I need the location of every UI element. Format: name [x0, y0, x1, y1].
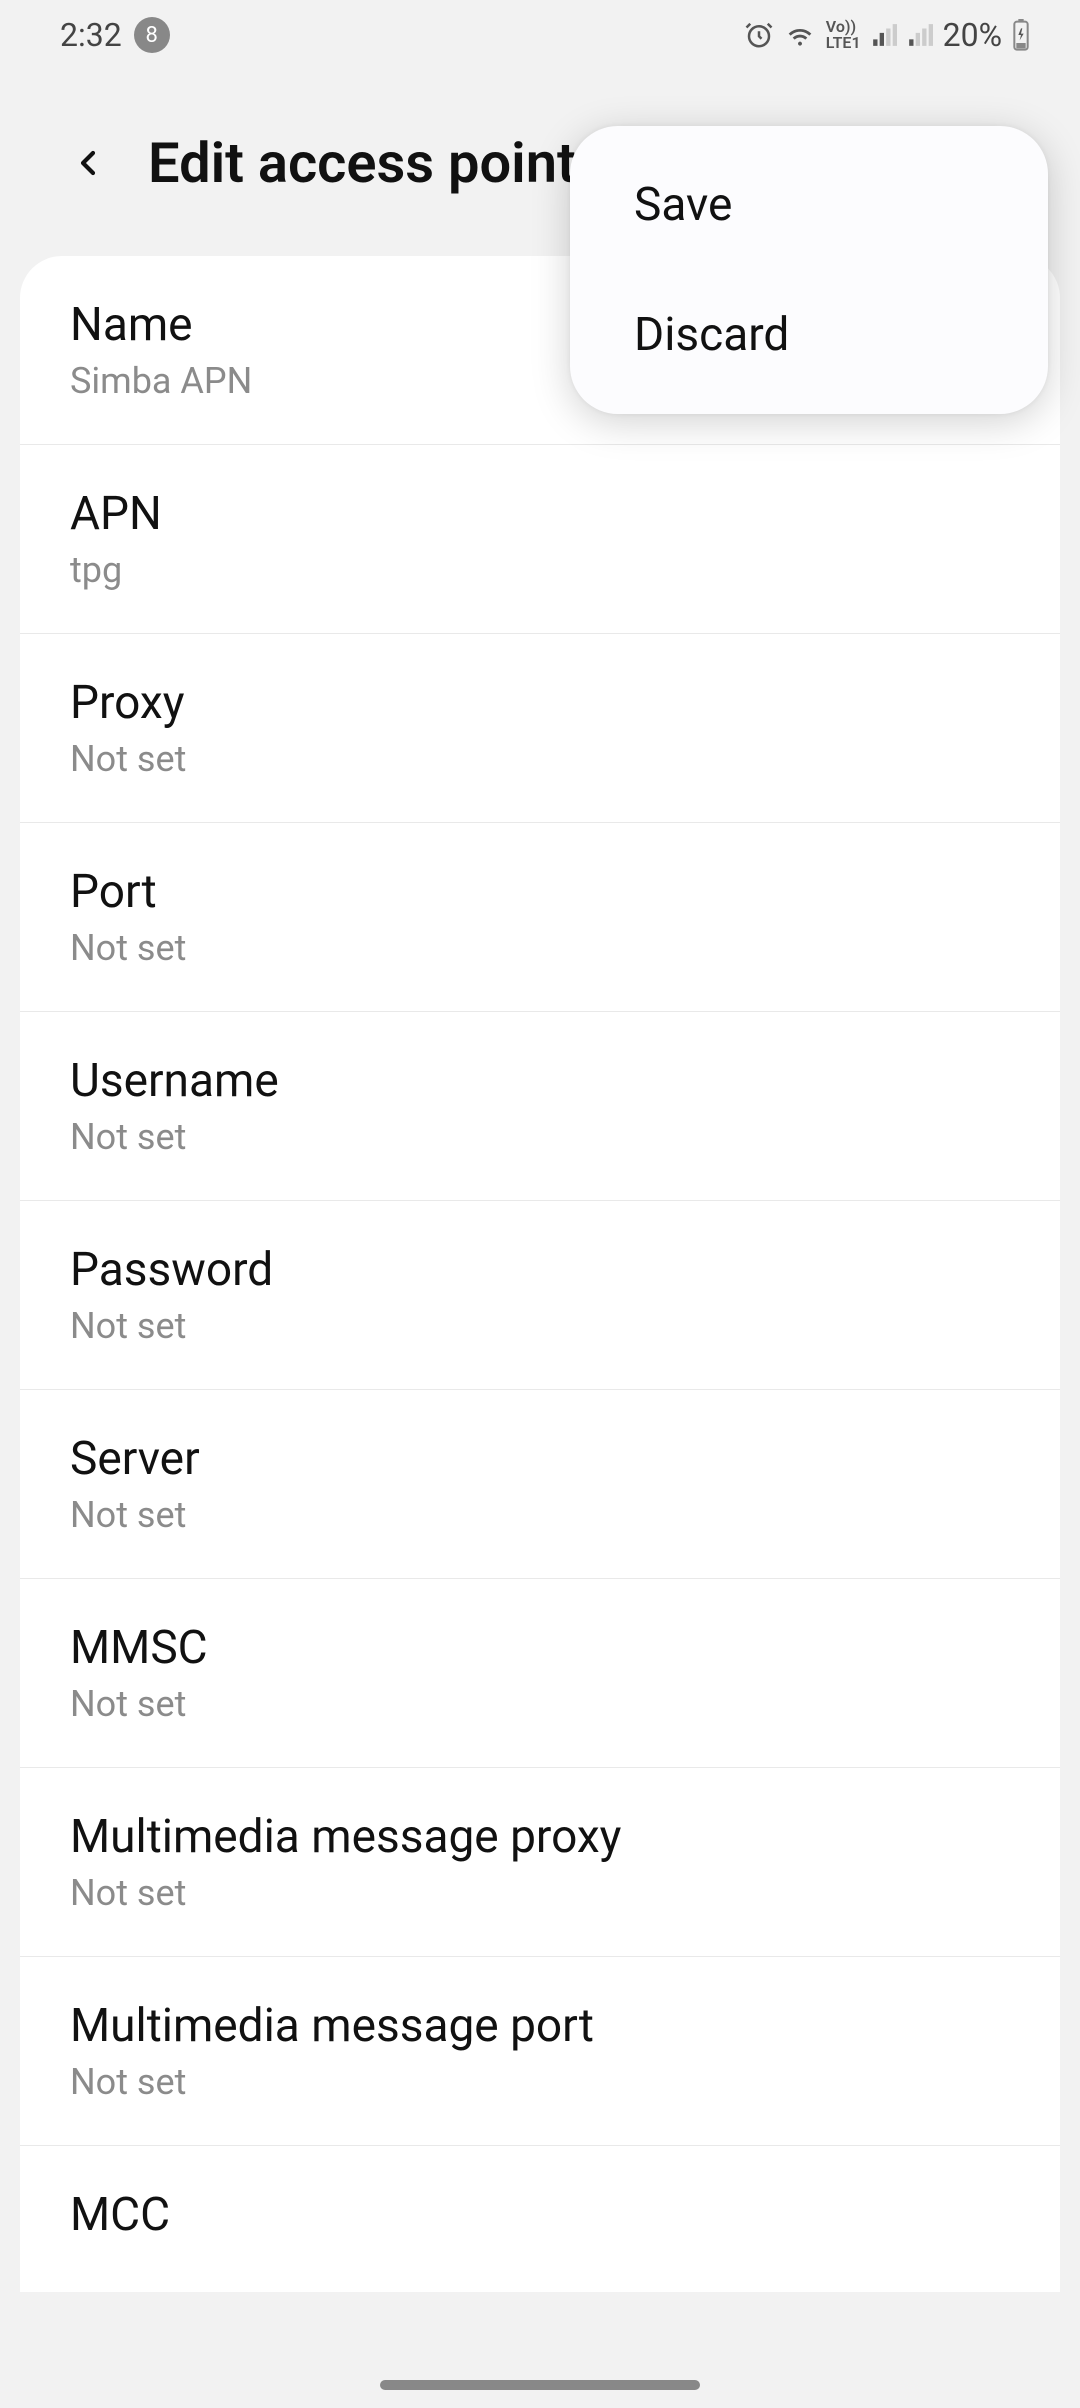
setting-value: Not set: [70, 2061, 1010, 2103]
back-button[interactable]: [68, 143, 108, 183]
setting-mms-proxy[interactable]: Multimedia message proxy Not set: [20, 1768, 1060, 1957]
setting-value: Not set: [70, 1116, 1010, 1158]
setting-value: tpg: [70, 549, 1010, 591]
setting-mcc[interactable]: MCC: [20, 2146, 1060, 2292]
setting-label: Multimedia message proxy: [70, 1810, 1010, 1864]
chevron-left-icon: [68, 143, 108, 183]
setting-proxy[interactable]: Proxy Not set: [20, 634, 1060, 823]
alarm-icon: [744, 20, 774, 50]
setting-label: Multimedia message port: [70, 1999, 1010, 2053]
status-bar: 2:32 8 Vo))LTE1 20%: [0, 0, 1080, 70]
wifi-icon: [784, 19, 816, 51]
setting-server[interactable]: Server Not set: [20, 1390, 1060, 1579]
setting-username[interactable]: Username Not set: [20, 1012, 1060, 1201]
settings-list: Name Simba APN APN tpg Proxy Not set Por…: [20, 256, 1060, 2292]
battery-percent: 20%: [943, 16, 1002, 54]
setting-port[interactable]: Port Not set: [20, 823, 1060, 1012]
nav-handle[interactable]: [380, 2380, 700, 2390]
setting-label: Port: [70, 865, 1010, 919]
status-left: 2:32 8: [60, 16, 170, 54]
status-right: Vo))LTE1 20%: [744, 16, 1030, 54]
setting-apn[interactable]: APN tpg: [20, 445, 1060, 634]
setting-label: Password: [70, 1243, 1010, 1297]
setting-label: MCC: [70, 2188, 1010, 2242]
setting-value: Not set: [70, 1872, 1010, 1914]
setting-label: Server: [70, 1432, 1010, 1486]
save-menu-item[interactable]: Save: [570, 140, 1048, 270]
setting-value: Not set: [70, 738, 1010, 780]
signal-icon-2: [907, 22, 933, 48]
setting-label: Username: [70, 1054, 1010, 1108]
setting-value: Not set: [70, 1683, 1010, 1725]
battery-icon: [1012, 19, 1030, 51]
setting-label: APN: [70, 487, 1010, 541]
clock-time: 2:32: [60, 16, 122, 54]
setting-value: Not set: [70, 1305, 1010, 1347]
setting-mms-port[interactable]: Multimedia message port Not set: [20, 1957, 1060, 2146]
setting-label: Proxy: [70, 676, 1010, 730]
notification-count-badge: 8: [134, 17, 170, 53]
overflow-menu: Save Discard: [570, 126, 1048, 414]
setting-label: MMSC: [70, 1621, 1010, 1675]
setting-value: Not set: [70, 1494, 1010, 1536]
volte-icon: Vo))LTE1: [826, 19, 861, 51]
discard-menu-item[interactable]: Discard: [570, 270, 1048, 400]
setting-password[interactable]: Password Not set: [20, 1201, 1060, 1390]
signal-icon-1: [871, 22, 897, 48]
page-title: Edit access point: [148, 130, 576, 196]
setting-value: Not set: [70, 927, 1010, 969]
setting-mmsc[interactable]: MMSC Not set: [20, 1579, 1060, 1768]
